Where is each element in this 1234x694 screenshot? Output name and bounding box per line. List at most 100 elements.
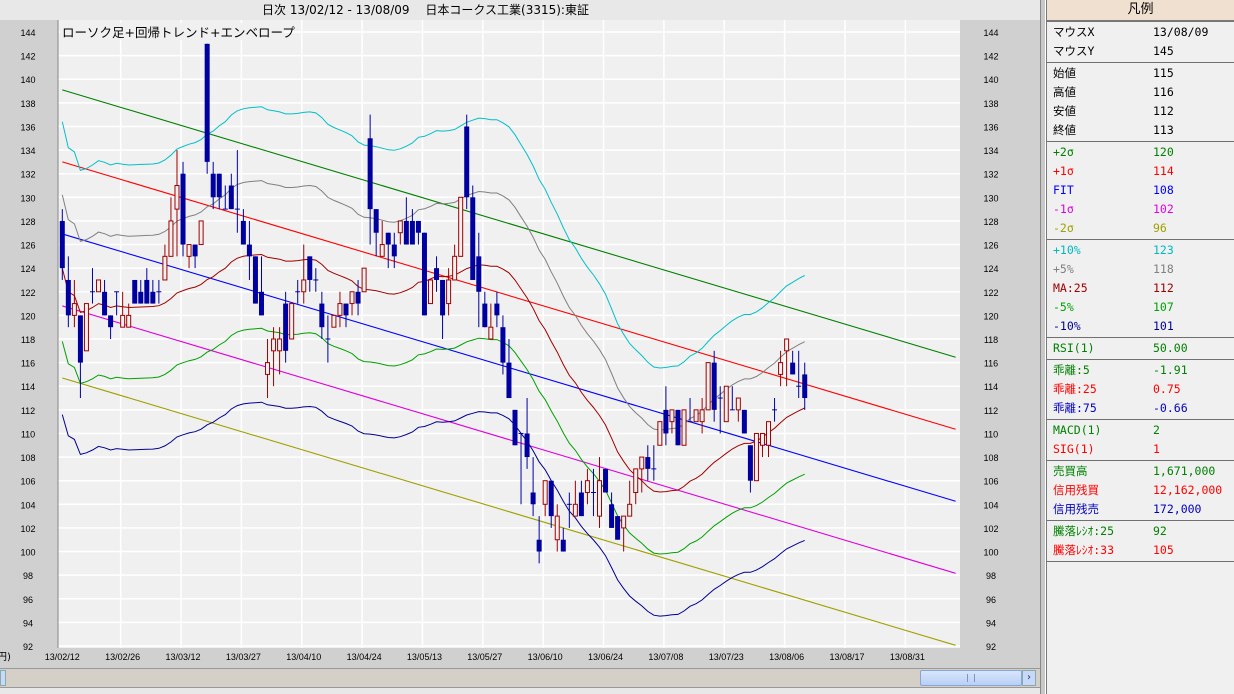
y-tick-label-left: 96	[23, 595, 33, 605]
horizontal-scrollbar[interactable]: ›	[0, 668, 1040, 688]
y-tick-label-right: 134	[983, 146, 998, 156]
legend-row: 信用残買 12,162,000	[1047, 481, 1234, 500]
legend-row: -5% 107	[1047, 298, 1234, 317]
candle-body-up	[379, 244, 385, 257]
legend-value: 120	[1153, 145, 1174, 159]
candle-body-down	[385, 232, 391, 245]
legend-group: 売買高 1,671,000 信用残買 12,162,000 信用残売 172,000	[1047, 461, 1234, 521]
legend-value: 112	[1153, 281, 1174, 295]
legend-group: 乖離:5 -1.91 乖離:25 0.75 乖離:75 -0.66	[1047, 360, 1234, 420]
candle-body-down	[210, 173, 216, 198]
legend-label: -5%	[1053, 300, 1074, 314]
candle-body-up	[778, 362, 784, 375]
candle-body-up	[120, 314, 126, 328]
candle-body-down	[790, 362, 796, 375]
candle-body-up	[265, 362, 271, 375]
y-tick-label-right: 94	[986, 618, 996, 628]
candle-body-up	[584, 480, 590, 494]
scroll-right-button[interactable]: ›	[1022, 670, 1036, 686]
candle	[675, 409, 681, 446]
legend-row: 信用残売 172,000	[1047, 500, 1234, 519]
candle-body-up	[705, 362, 711, 411]
candle-body-up	[633, 468, 639, 493]
y-tick-label-right: 120	[983, 311, 998, 321]
y-tick-label-left: 108	[20, 453, 35, 463]
candle	[198, 220, 204, 246]
legend-row: -10% 101	[1047, 317, 1234, 336]
legend-label: 売買高	[1053, 464, 1088, 478]
candle-body-down	[391, 244, 397, 257]
candle	[681, 409, 687, 446]
legend-label: 騰落ﾚｼｵ:25	[1053, 524, 1115, 538]
y-tick-label-right: 122	[983, 288, 998, 298]
candlestick-chart-svg[interactable]: 144 144 142 142 140 140 138 138 136 136 134 134 132 1…	[0, 20, 1042, 668]
candle-body-down	[675, 409, 681, 446]
chart-type-label: ローソク足+回帰トレンド+エンベロープ	[62, 25, 295, 40]
candle-body-up	[349, 291, 355, 305]
candle-body-up	[621, 515, 627, 529]
y-tick-label-right: 118	[984, 335, 998, 345]
scroll-left-button[interactable]	[0, 670, 6, 686]
candle-body-up	[766, 421, 772, 446]
y-tick-label-right: 116	[984, 359, 998, 369]
legend-label: SIG(1)	[1053, 442, 1095, 456]
x-tick-label: 13/02/26	[105, 652, 140, 662]
legend-label: +2σ	[1053, 145, 1074, 159]
candle-body-down	[252, 256, 258, 304]
candle	[657, 421, 663, 446]
y-tick-label-right: 124	[983, 264, 998, 274]
legend-row: 乖離:75 -0.66	[1047, 399, 1234, 418]
y-tick-label-left: 142	[20, 52, 35, 62]
legend-value: 116	[1153, 85, 1174, 99]
legend-value: 145	[1153, 44, 1174, 58]
legend-label: RSI(1)	[1053, 341, 1095, 355]
y-tick-label-left: 138	[20, 99, 35, 109]
candle	[427, 279, 433, 305]
candle-body-down	[548, 480, 554, 517]
candle-body-up	[96, 279, 102, 293]
legend-group: +10% 123 +5% 118 MA:25 112 -5% 107 -10% 101	[1047, 240, 1234, 338]
legend-label: -1σ	[1053, 202, 1074, 216]
candle-body-up	[597, 480, 603, 517]
legend-row: +1σ 114	[1047, 162, 1234, 181]
y-tick-label-left: 102	[20, 524, 35, 534]
candle-body-up	[271, 338, 277, 352]
y-tick-label-right: 108	[983, 453, 998, 463]
legend-label: 信用残買	[1053, 483, 1099, 497]
legend-row: MA:25 112	[1047, 279, 1234, 298]
legend-label: 信用残売	[1053, 502, 1099, 516]
candle-body-up	[361, 267, 367, 293]
x-tick-label: 13/08/17	[829, 652, 864, 662]
legend-row: 始値 115	[1047, 64, 1234, 83]
chart-title-bar: 日次 13/02/12 - 13/08/09 日本コークス工業(3315):東証	[0, 0, 1042, 20]
x-tick-label: 13/02/12	[45, 652, 80, 662]
candle	[96, 279, 102, 293]
candle-body-down	[65, 279, 71, 316]
candle-body-up	[126, 314, 132, 328]
y-tick-label-right: 106	[983, 477, 998, 487]
scroll-thumb[interactable]	[920, 670, 1022, 686]
candle-body-up	[458, 196, 464, 257]
candle-body-up	[699, 409, 705, 423]
candle-body-down	[615, 516, 621, 540]
y-tick-label-left: 120	[20, 311, 35, 321]
legend-row: FIT 108	[1047, 181, 1234, 200]
candle-body-down	[506, 362, 512, 399]
legend-label: FIT	[1053, 183, 1074, 197]
price-chart[interactable]: 144 144 142 142 140 140 138 138 136 136 134 134 132 1…	[0, 20, 1042, 668]
candle-body-down	[560, 539, 566, 552]
candle-body-down	[216, 173, 222, 198]
candle-body-down	[415, 220, 421, 233]
legend-value: 2	[1153, 423, 1160, 437]
candle-body-down	[476, 256, 482, 292]
candle-body-down	[500, 327, 506, 363]
legend-row: マウスY 145	[1047, 42, 1234, 61]
x-tick-label: 13/06/24	[588, 652, 623, 662]
candle	[289, 303, 295, 340]
legend-value: 123	[1153, 243, 1174, 257]
legend-row: 高値 116	[1047, 83, 1234, 102]
y-tick-label-left: 104	[20, 500, 35, 510]
candle	[132, 279, 138, 304]
legend-row: SIG(1) 1	[1047, 440, 1234, 459]
candle-body-up	[627, 503, 633, 517]
